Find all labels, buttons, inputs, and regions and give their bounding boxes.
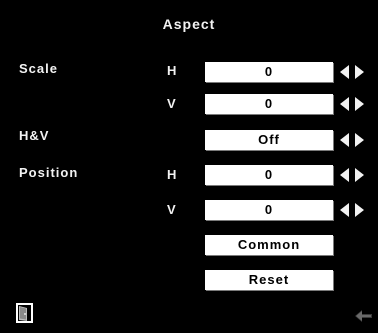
scale-h-value-field[interactable]: 0 (205, 62, 333, 82)
position-v-sublabel: V (167, 202, 176, 217)
position-h-sublabel: H (167, 167, 177, 182)
menu-title: Aspect (162, 16, 216, 32)
scale-v-adjust-arrows-icon[interactable] (339, 96, 365, 112)
scale-h-sublabel: H (167, 63, 177, 78)
scale-h-adjust-arrows-icon[interactable] (339, 64, 365, 80)
position-h-adjust-arrows-icon[interactable] (339, 167, 365, 183)
position-label: Position (19, 165, 79, 180)
hv-adjust-arrows-icon[interactable] (339, 132, 365, 148)
hv-label: H&V (19, 128, 50, 143)
door-exit-icon[interactable] (14, 302, 36, 324)
position-v-adjust-arrows-icon[interactable] (339, 202, 365, 218)
common-button[interactable]: Common (205, 235, 333, 255)
return-arrow-icon[interactable] (352, 305, 374, 325)
position-h-value-field[interactable]: 0 (205, 165, 333, 185)
hv-value-field[interactable]: Off (205, 130, 333, 150)
aspect-menu-panel: Aspect Scale H 0 V 0 H&V Off Position H … (0, 0, 378, 333)
scale-label: Scale (19, 61, 58, 76)
position-v-value-field[interactable]: 0 (205, 200, 333, 220)
scale-v-value-field[interactable]: 0 (205, 94, 333, 114)
reset-button[interactable]: Reset (205, 270, 333, 290)
scale-v-sublabel: V (167, 96, 176, 111)
